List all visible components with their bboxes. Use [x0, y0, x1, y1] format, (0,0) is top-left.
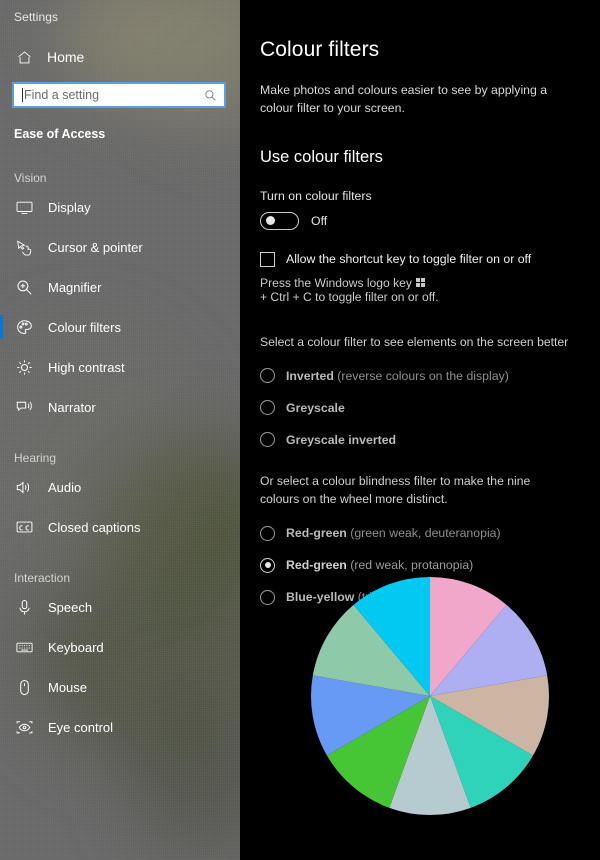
- toggle-row: Off: [260, 211, 572, 230]
- radio-option-greyscale-inverted[interactable]: Greyscale inverted: [260, 432, 572, 448]
- radio-inverted[interactable]: [260, 368, 275, 384]
- sidebar-item-keyboard[interactable]: Keyboard: [0, 629, 240, 665]
- radio-tritanopia[interactable]: [260, 589, 275, 605]
- sidebar-item-magnifier-label: Magnifier: [48, 279, 102, 295]
- home-icon: [16, 49, 33, 66]
- sidebar-item-speech[interactable]: Speech: [0, 589, 240, 625]
- sidebar-item-closed-captions[interactable]: Closed captions: [0, 509, 240, 545]
- radio-option-greyscale[interactable]: Greyscale: [260, 400, 572, 416]
- sidebar-item-keyboard-label: Keyboard: [48, 639, 104, 655]
- sidebar-item-eye-control-label: Eye control: [48, 719, 114, 735]
- shortcut-hint-before: Press the Windows logo key: [260, 275, 412, 290]
- section-title: Use colour filters: [260, 147, 383, 166]
- sidebar-item-high-contrast[interactable]: High contrast: [0, 349, 240, 385]
- mouse-icon: [16, 679, 33, 696]
- narrator-icon: [16, 399, 33, 416]
- main-content: Colour filters Make photos and colours e…: [240, 0, 600, 860]
- filter-prompt: Select a colour filter to see elements o…: [260, 334, 569, 349]
- radio-greyscale[interactable]: [260, 400, 275, 416]
- sun-contrast-icon: [16, 359, 33, 376]
- radio-deuteranopia-label: Red-green (green weak, deuteranopia): [286, 526, 501, 541]
- settings-window: Settings Home Find a setting Ease of Acc…: [0, 0, 600, 860]
- sidebar-item-magnifier[interactable]: Magnifier: [0, 269, 240, 305]
- app-title: Settings: [14, 10, 59, 24]
- radio-greyscale-inverted[interactable]: [260, 432, 275, 448]
- speaker-icon: [16, 479, 33, 496]
- page-description: Make photos and colours easier to see by…: [260, 83, 548, 115]
- sidebar-item-cursor-pointer-label: Cursor & pointer: [48, 239, 143, 255]
- sidebar-item-colour-filters-label: Colour filters: [48, 319, 121, 335]
- toggle-knob: [266, 216, 275, 226]
- sidebar-item-colour-filters[interactable]: Colour filters: [0, 309, 240, 345]
- category-title: Ease of Access: [14, 127, 106, 141]
- magnifier-icon: [16, 279, 33, 296]
- sidebar-item-cursor-pointer[interactable]: Cursor & pointer: [0, 229, 240, 265]
- radio-deuteranopia[interactable]: [260, 525, 275, 541]
- search-container: Find a setting: [0, 72, 240, 108]
- blindness-prompt: Or select a colour blindness filter to m…: [260, 474, 531, 507]
- shortcut-checkbox-label: Allow the shortcut key to toggle filter …: [286, 252, 532, 267]
- sidebar-item-narrator-label: Narrator: [48, 399, 96, 415]
- microphone-icon: [16, 599, 33, 616]
- page-title: Colour filters: [260, 38, 380, 61]
- colour-wheel-container: [310, 576, 550, 816]
- palette-icon: [16, 319, 33, 336]
- radio-selected-dot: [264, 562, 271, 569]
- radio-greyscale-label: Greyscale: [286, 400, 345, 415]
- sidebar-item-narrator[interactable]: Narrator: [0, 389, 240, 425]
- windows-logo-key-icon: [415, 278, 425, 288]
- sidebar: Settings Home Find a setting Ease of Acc…: [0, 0, 240, 860]
- closed-captions-icon: [16, 519, 33, 536]
- sidebar-item-audio-label: Audio: [48, 479, 82, 495]
- eye-control-icon: [16, 719, 33, 736]
- group-header-vision: Vision: [14, 171, 47, 185]
- sidebar-item-home[interactable]: Home: [0, 42, 240, 72]
- search-icon[interactable]: [204, 89, 224, 102]
- sidebar-item-mouse[interactable]: Mouse: [0, 669, 240, 705]
- sidebar-item-audio[interactable]: Audio: [0, 469, 240, 505]
- sidebar-item-display-label: Display: [48, 199, 91, 215]
- radio-inverted-label: Inverted (reverse colours on the display…: [286, 368, 509, 383]
- sidebar-item-closed-captions-label: Closed captions: [48, 519, 141, 535]
- toggle-label: Turn on colour filters: [260, 188, 372, 203]
- radio-greyscale-inverted-label: Greyscale inverted: [286, 432, 397, 447]
- shortcut-hint: Press the Windows logo key + Ctrl + C to…: [260, 276, 572, 304]
- radio-option-inverted[interactable]: Inverted (reverse colours on the display…: [260, 368, 572, 384]
- colour-wheel: [311, 577, 549, 815]
- search-input[interactable]: Find a setting: [12, 82, 226, 108]
- sidebar-item-display[interactable]: Display: [0, 189, 240, 225]
- radio-protanopia[interactable]: [260, 557, 275, 573]
- monitor-icon: [16, 199, 33, 216]
- colour-filters-toggle[interactable]: [260, 211, 299, 230]
- group-header-hearing: Hearing: [14, 451, 57, 465]
- shortcut-checkbox[interactable]: [260, 251, 275, 267]
- radio-option-protanopia[interactable]: Red-green (red weak, protanopia): [260, 557, 572, 573]
- search-placeholder: Find a setting: [24, 88, 100, 102]
- sidebar-item-mouse-label: Mouse: [48, 679, 88, 695]
- radio-option-deuteranopia[interactable]: Red-green (green weak, deuteranopia): [260, 525, 572, 541]
- sidebar-item-high-contrast-label: High contrast: [48, 359, 125, 375]
- shortcut-checkbox-row[interactable]: Allow the shortcut key to toggle filter …: [260, 251, 572, 267]
- sidebar-item-eye-control[interactable]: Eye control: [0, 709, 240, 745]
- shortcut-hint-after: + Ctrl + C to toggle filter on or off.: [260, 289, 439, 304]
- sidebar-item-home-label: Home: [47, 49, 85, 65]
- keyboard-icon: [16, 639, 33, 656]
- toggle-state-label: Off: [311, 213, 328, 228]
- sidebar-item-speech-label: Speech: [48, 599, 93, 615]
- group-header-interaction: Interaction: [14, 571, 71, 585]
- radio-protanopia-label: Red-green (red weak, protanopia): [286, 558, 474, 573]
- cursor-pointer-icon: [16, 239, 33, 256]
